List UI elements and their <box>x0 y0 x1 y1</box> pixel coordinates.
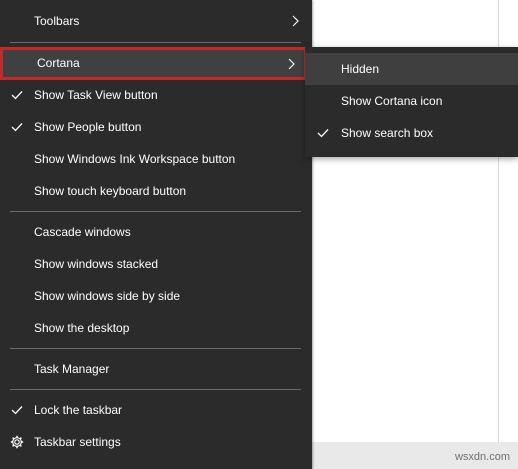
watermark: wsxdn.com <box>454 451 510 463</box>
menu-item-task-manager[interactable]: Task Manager <box>0 353 312 385</box>
chevron-right-icon <box>292 5 300 37</box>
submenu-item-label: Hidden <box>341 62 380 76</box>
menu-item-show-touch-keyboard-button[interactable]: Show touch keyboard button <box>0 175 312 207</box>
menu-item-cortana[interactable]: Cortana <box>0 47 307 80</box>
submenu-item-label: Show search box <box>341 126 434 140</box>
menu-item-label: Lock the taskbar <box>34 403 123 417</box>
submenu-item-show-search-box[interactable]: Show search box <box>305 117 518 149</box>
menu-divider <box>10 348 301 349</box>
menu-divider <box>10 42 301 43</box>
menu-item-label: Task Manager <box>34 362 110 376</box>
checkmark-icon <box>9 111 25 143</box>
menu-item-show-windows-stacked[interactable]: Show windows stacked <box>0 248 312 280</box>
menu-item-label: Show windows side by side <box>34 289 181 303</box>
menu-item-label: Cascade windows <box>34 225 131 239</box>
checkmark-icon <box>315 117 331 149</box>
menu-divider <box>10 389 301 390</box>
menu-item-label: Cortana <box>37 56 80 70</box>
submenu-item-show-cortana-icon[interactable]: Show Cortana icon <box>305 85 518 117</box>
menu-item-show-windows-ink-workspace-button[interactable]: Show Windows Ink Workspace button <box>0 143 312 175</box>
submenu-item-label: Show Cortana icon <box>341 94 443 108</box>
menu-item-show-people-button[interactable]: Show People button <box>0 111 312 143</box>
menu-item-label: Toolbars <box>34 14 80 28</box>
menu-item-label: Show windows stacked <box>34 257 159 271</box>
menu-item-label: Show People button <box>34 120 142 134</box>
menu-item-label: Show the desktop <box>34 321 130 335</box>
menu-item-label: Show touch keyboard button <box>34 184 187 198</box>
submenu-item-hidden[interactable]: Hidden <box>305 53 518 85</box>
taskbar-context-menu: Toolbars Cortana Show Task View button S… <box>0 0 312 469</box>
menu-item-show-task-view-button[interactable]: Show Task View button <box>0 79 312 111</box>
menu-item-label: Taskbar settings <box>34 435 121 449</box>
gear-icon <box>9 426 25 458</box>
menu-item-label: Show Windows Ink Workspace button <box>34 152 236 166</box>
menu-item-lock-the-taskbar[interactable]: Lock the taskbar <box>0 394 312 426</box>
menu-divider <box>10 211 301 212</box>
cortana-submenu: Hidden Show Cortana icon Show search box <box>305 47 518 157</box>
menu-item-show-the-desktop[interactable]: Show the desktop <box>0 312 312 344</box>
menu-item-show-windows-side-by-side[interactable]: Show windows side by side <box>0 280 312 312</box>
checkmark-icon <box>9 79 25 111</box>
menu-item-label: Show Task View button <box>34 88 158 102</box>
menu-item-taskbar-settings[interactable]: Taskbar settings <box>0 426 312 458</box>
menu-item-toolbars[interactable]: Toolbars <box>0 5 312 37</box>
chevron-right-icon <box>288 50 296 77</box>
checkmark-icon <box>9 394 25 426</box>
menu-item-cascade-windows[interactable]: Cascade windows <box>0 216 312 248</box>
